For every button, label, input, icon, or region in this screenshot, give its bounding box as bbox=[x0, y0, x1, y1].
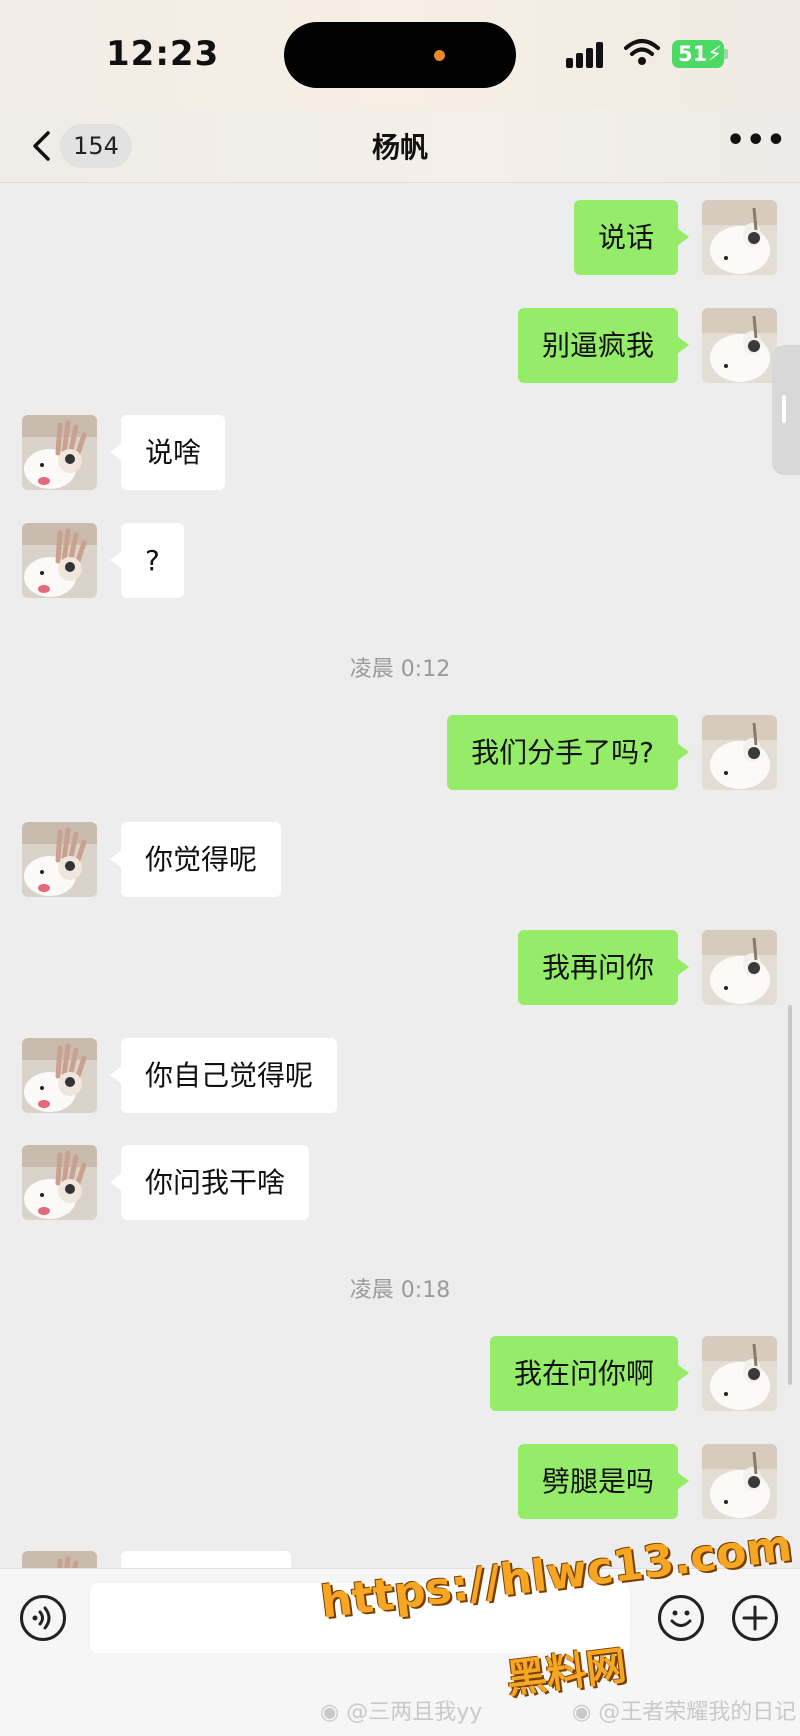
contact-avatar[interactable] bbox=[22, 415, 97, 490]
received-bubble[interactable]: 你问我干啥 bbox=[109, 1145, 310, 1220]
sent-bubble[interactable]: 说话 bbox=[573, 200, 690, 275]
weibo-watermark: ◉ @三两且我yy bbox=[320, 1700, 483, 1725]
plus-glyph bbox=[742, 1605, 768, 1631]
more-dots-icon[interactable]: ••• bbox=[726, 126, 786, 158]
weibo-handle: @三两且我yy bbox=[346, 1700, 483, 1725]
contact-avatar[interactable] bbox=[22, 523, 97, 598]
received-bubble[interactable]: 你觉得呢 bbox=[109, 822, 282, 897]
message-timestamp: 凌晨 0:18 bbox=[349, 1278, 451, 1303]
emoji-glyph bbox=[670, 1610, 692, 1627]
contact-avatar[interactable] bbox=[22, 1038, 97, 1113]
wifi-icon bbox=[624, 39, 660, 65]
sent-bubble[interactable]: 我再问你 bbox=[517, 930, 690, 1005]
chat-header: 154 杨帆 ••• bbox=[0, 110, 800, 183]
sent-bubble[interactable]: 我们分手了吗? bbox=[447, 715, 689, 790]
my-avatar[interactable] bbox=[702, 715, 777, 790]
my-avatar[interactable] bbox=[702, 308, 777, 383]
weibo-watermark: ◉ @王者荣耀我的日记 bbox=[572, 1700, 797, 1725]
weibo-handle: @王者荣耀我的日记 bbox=[598, 1700, 797, 1725]
battery-icon: 51⚡ bbox=[672, 40, 724, 68]
received-bubble[interactable]: 你自己觉得呢 bbox=[109, 1038, 338, 1113]
scrollbar[interactable] bbox=[788, 1005, 792, 1385]
battery-tip bbox=[724, 49, 728, 59]
received-bubble-partial[interactable] bbox=[121, 1551, 291, 1568]
received-bubble[interactable]: ? bbox=[110, 523, 184, 598]
contact-avatar[interactable] bbox=[22, 1551, 97, 1568]
contact-avatar[interactable] bbox=[22, 1145, 97, 1220]
my-avatar[interactable] bbox=[702, 1444, 777, 1519]
emoji-icon[interactable] bbox=[658, 1595, 704, 1641]
contact-avatar[interactable] bbox=[22, 822, 97, 897]
signal-icon bbox=[566, 40, 608, 68]
battery-level: 51 bbox=[678, 42, 708, 66]
sent-bubble[interactable]: 劈腿是吗 bbox=[517, 1444, 690, 1519]
sent-bubble[interactable]: 我在问你啊 bbox=[489, 1336, 690, 1411]
sent-bubble[interactable]: 别逼疯我 bbox=[517, 308, 690, 383]
dynamic-island bbox=[284, 22, 516, 88]
message-list[interactable]: 说话 别逼疯我 说啥 ? 凌晨 0:12 我们分手了吗? 你觉得呢 我再问你 你… bbox=[0, 183, 800, 1568]
message-timestamp: 凌晨 0:12 bbox=[349, 657, 451, 682]
recording-indicator-icon bbox=[434, 50, 445, 61]
floating-side-handle[interactable] bbox=[772, 345, 800, 475]
my-avatar[interactable] bbox=[702, 200, 777, 275]
chat-title: 杨帆 bbox=[371, 131, 428, 164]
voice-icon[interactable] bbox=[20, 1595, 66, 1641]
my-avatar[interactable] bbox=[702, 1336, 777, 1411]
voice-glyph bbox=[32, 1606, 51, 1630]
status-time: 12:23 bbox=[106, 34, 220, 74]
my-avatar[interactable] bbox=[702, 930, 777, 1005]
status-bar: 12:23 51⚡ bbox=[0, 0, 800, 110]
plus-icon[interactable] bbox=[732, 1595, 778, 1641]
received-bubble[interactable]: 说啥 bbox=[109, 415, 226, 490]
